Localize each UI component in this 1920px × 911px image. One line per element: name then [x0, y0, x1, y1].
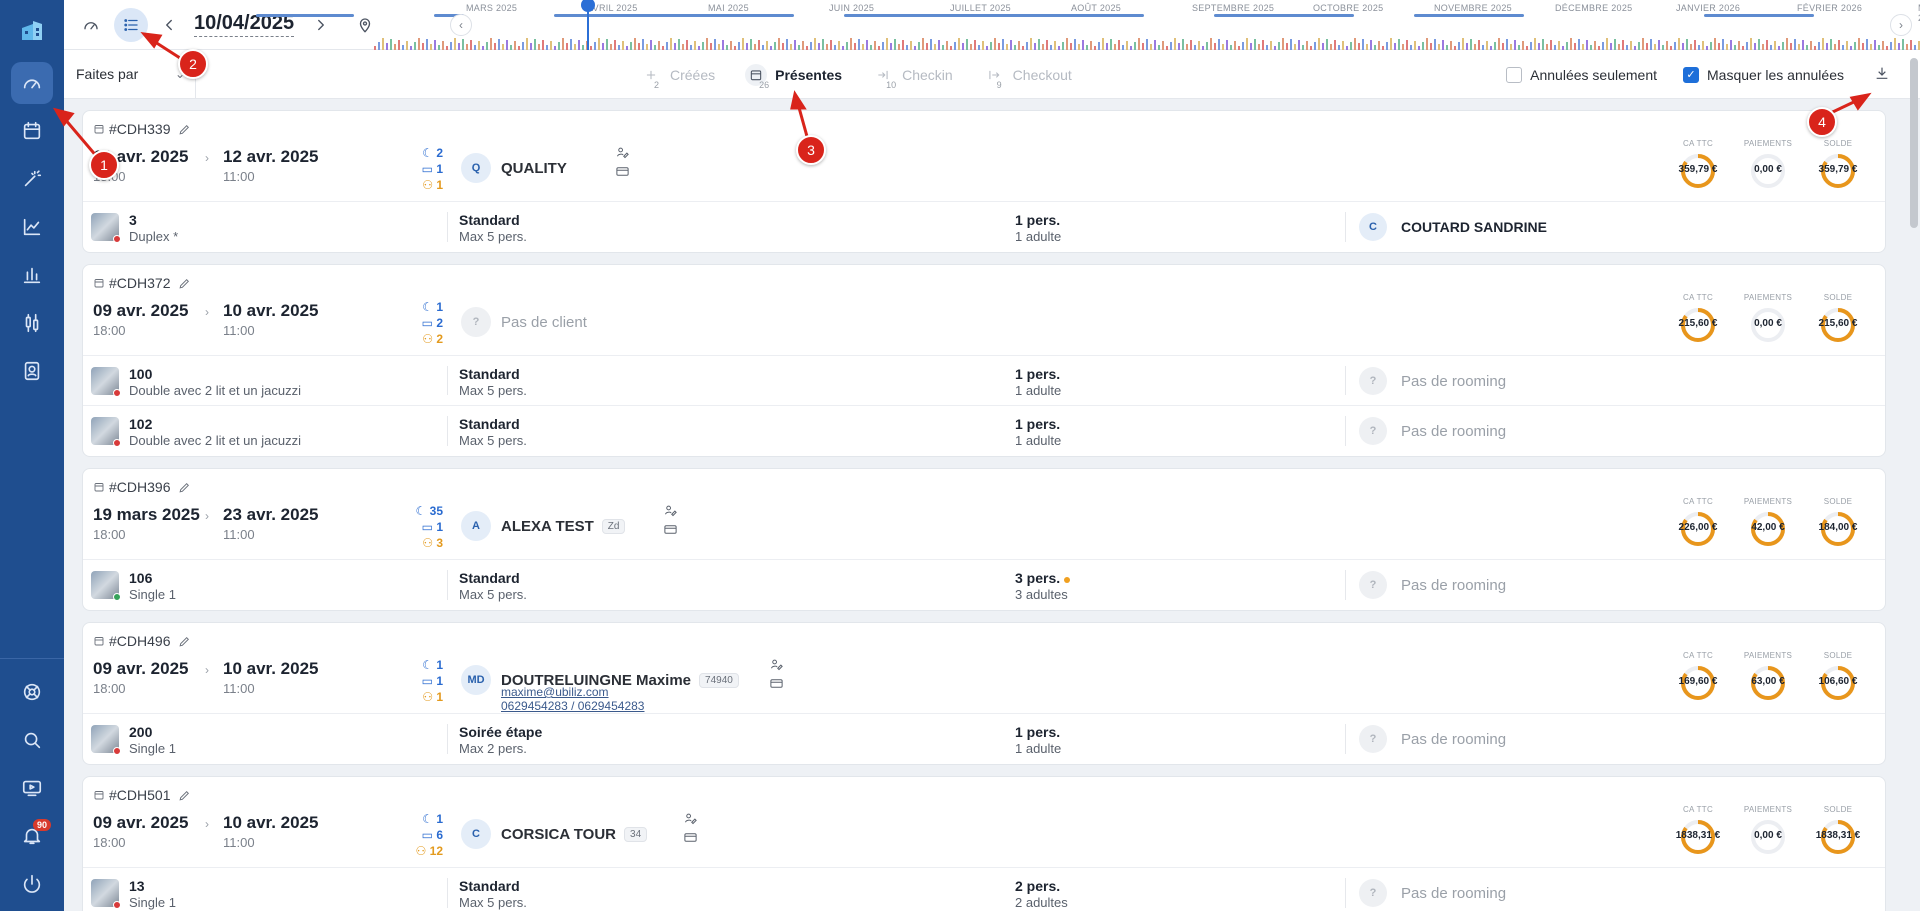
annotation-arrows — [52, 32, 1872, 159]
annotation-2: 2 — [178, 49, 208, 79]
annotation-1: 1 — [89, 150, 119, 180]
annotation-3: 3 — [796, 135, 826, 165]
annotation-4: 4 — [1807, 107, 1837, 137]
